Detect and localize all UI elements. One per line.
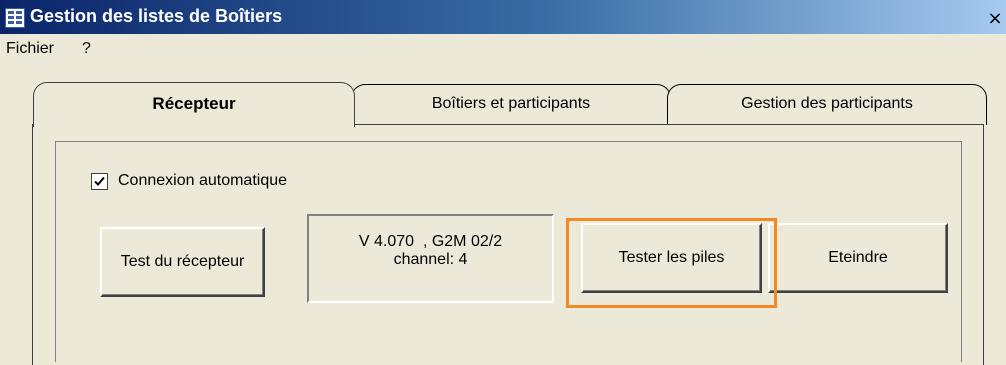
- test-receiver-button[interactable]: Test du récepteur: [100, 227, 265, 297]
- title-bar[interactable]: Gestion des listes de Boîtiers ×: [0, 0, 1006, 34]
- tab-gestion-des-participants[interactable]: Gestion des participants: [667, 84, 987, 125]
- tab-boitiers-et-participants[interactable]: Boîtiers et participants: [351, 84, 671, 125]
- turn-off-label: Eteindre: [828, 249, 888, 266]
- menu-fichier[interactable]: Fichier: [6, 40, 54, 58]
- turn-off-button[interactable]: Eteindre: [768, 223, 948, 293]
- tab-recepteur[interactable]: Récepteur: [33, 82, 355, 127]
- window-title: Gestion des listes de Boîtiers: [30, 6, 283, 26]
- receiver-version: V 4.070 , G2M 02/2: [358, 233, 503, 250]
- test-batteries-label: Tester les piles: [618, 249, 725, 266]
- close-icon[interactable]: ×: [986, 10, 1004, 29]
- receiver-channel: channel: 4: [393, 251, 468, 268]
- auto-connect-checkbox[interactable]: [91, 173, 108, 190]
- menu-help[interactable]: ?: [82, 40, 91, 58]
- receiver-status-panel: V 4.070 , G2M 02/2 channel: 4: [307, 214, 554, 303]
- auto-connect-label[interactable]: Connexion automatique: [118, 172, 287, 190]
- test-batteries-button[interactable]: Tester les piles: [581, 223, 762, 293]
- test-receiver-label: Test du récepteur: [120, 253, 245, 270]
- app-list-icon: [5, 8, 25, 28]
- menu-bar: Fichier ?: [0, 38, 1006, 62]
